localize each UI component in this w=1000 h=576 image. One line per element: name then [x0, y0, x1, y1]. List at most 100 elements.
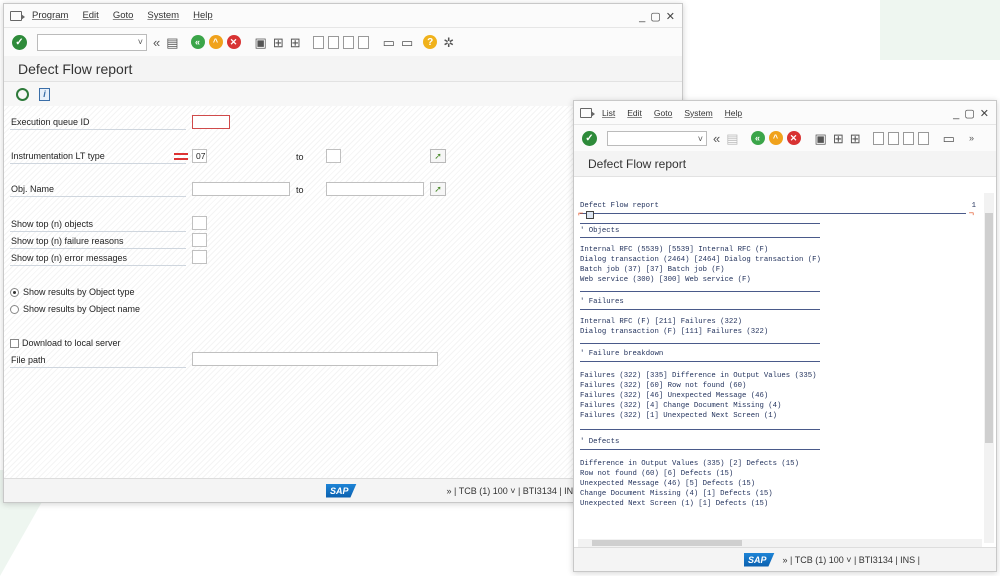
instr-row: Instrumentation LT type	[10, 148, 186, 164]
cursor[interactable]	[586, 211, 594, 219]
window-controls[interactable]: _ ▢ ✕	[639, 10, 676, 23]
menu-help[interactable]: Help	[725, 108, 742, 118]
multiple-selection-button[interactable]: ➚	[430, 149, 446, 163]
help-button[interactable]: ?	[423, 35, 438, 49]
chevron-down-icon[interactable]: ˅	[698, 134, 703, 144]
instr-from-input[interactable]: 07	[192, 149, 207, 163]
exit-button[interactable]: ^	[768, 131, 783, 145]
more-icon[interactable]: »	[969, 133, 974, 143]
system-info[interactable]: » | TCB (1) 100 ˅ | BTI3134 | INS |	[783, 555, 921, 565]
next-page-icon[interactable]	[902, 131, 914, 145]
cancel-button[interactable]: ✕	[786, 131, 801, 145]
new-session-icon[interactable]: ▭	[943, 132, 955, 145]
back-arrows-icon[interactable]: «	[713, 132, 720, 145]
page-title: Defect Flow report	[574, 151, 996, 177]
find-next-icon[interactable]: ⊞	[850, 132, 861, 145]
execute-icon[interactable]	[16, 87, 29, 101]
top-failure-input[interactable]	[192, 233, 207, 247]
menu-help[interactable]: Help	[193, 10, 213, 21]
back-arrows-icon[interactable]: «	[153, 36, 160, 49]
top-objects-input[interactable]	[192, 216, 207, 230]
find-next-icon[interactable]: ⊞	[290, 36, 301, 49]
radio-object-name[interactable]	[10, 304, 19, 314]
previous-page-icon[interactable]	[327, 35, 339, 49]
menu-program[interactable]: Program	[32, 10, 68, 21]
save-icon[interactable]: ▤	[166, 36, 178, 49]
exit-button[interactable]: ^	[208, 35, 223, 49]
gear-icon[interactable]: ✲	[443, 36, 454, 49]
shortcut-icon[interactable]: ▭	[401, 36, 413, 49]
previous-page-icon[interactable]	[887, 131, 899, 145]
menu-bar: List Edit Goto System Help _ ▢ ✕	[574, 101, 996, 125]
menu-edit[interactable]: Edit	[627, 108, 642, 118]
scroll-thumb[interactable]	[985, 213, 993, 443]
print-icon[interactable]: ▣	[815, 132, 827, 145]
list-item: Failures (322) [4] Change Document Missi…	[580, 402, 782, 410]
menu-edit[interactable]: Edit	[82, 10, 98, 21]
last-page-icon[interactable]	[357, 35, 369, 49]
report-output-window: List Edit Goto System Help _ ▢ ✕ ✓ ˅ « ▤…	[573, 100, 997, 572]
section-objects: ' Objects	[580, 227, 620, 235]
divider	[580, 213, 966, 214]
command-field[interactable]: ˅	[37, 33, 147, 51]
multiple-selection-button[interactable]: ➚	[430, 182, 446, 196]
radio-name-label: Show results by Object name	[23, 304, 141, 314]
exit-icon[interactable]	[580, 107, 595, 118]
system-info[interactable]: » | TCB (1) 100 ˅ | BTI3134 | IN	[447, 486, 574, 496]
standard-toolbar: ✓ ˅ « ▤ « ^ ✕ ▣ ⊞ ⊞ ▭ ▭ ? ✲	[4, 28, 682, 56]
first-page-icon[interactable]	[872, 131, 884, 145]
divider	[580, 291, 820, 292]
standard-toolbar: ✓ ˅ « ▤ « ^ ✕ ▣ ⊞ ⊞ ▭ »	[574, 125, 996, 151]
menu-goto[interactable]: Goto	[113, 10, 134, 21]
radio-name-row[interactable]: Show results by Object name	[10, 301, 140, 317]
radio-type-label: Show results by Object type	[23, 287, 135, 297]
exec-queue-input[interactable]	[192, 115, 230, 129]
horizontal-scrollbar[interactable]	[578, 539, 982, 547]
radio-type-row[interactable]: Show results by Object type	[10, 284, 135, 300]
menu-system[interactable]: System	[684, 108, 712, 118]
top-error-input[interactable]	[192, 250, 207, 264]
back-button[interactable]: «	[750, 131, 765, 145]
objname-to-input[interactable]	[326, 182, 424, 196]
menu-list[interactable]: List	[602, 108, 615, 118]
download-checkbox[interactable]	[10, 338, 19, 348]
enter-button[interactable]: ✓	[582, 130, 597, 146]
exit-icon[interactable]	[10, 10, 25, 21]
info-icon[interactable]: i	[39, 87, 50, 101]
find-icon[interactable]: ⊞	[833, 132, 844, 145]
select-option-icon[interactable]	[174, 153, 188, 160]
last-page-icon[interactable]	[917, 131, 929, 145]
back-button[interactable]: «	[190, 35, 205, 49]
radio-object-type[interactable]	[10, 287, 19, 297]
background-decoration	[880, 0, 1000, 60]
first-page-icon[interactable]	[312, 35, 324, 49]
list-item: Internal RFC (F) [211] Failures (322)	[580, 318, 743, 326]
next-page-icon[interactable]	[342, 35, 354, 49]
objname-label: Obj. Name	[10, 181, 186, 197]
divider	[580, 343, 820, 344]
scroll-thumb[interactable]	[592, 540, 742, 546]
section-breakdown: ' Failure breakdown	[580, 350, 664, 358]
divider	[580, 361, 820, 362]
filepath-input[interactable]	[192, 352, 438, 366]
enter-button[interactable]: ✓	[12, 34, 27, 50]
cancel-button[interactable]: ✕	[226, 35, 241, 49]
chevron-down-icon[interactable]: ˅	[138, 37, 143, 47]
window-controls[interactable]: _ ▢ ✕	[953, 107, 990, 120]
menu-goto[interactable]: Goto	[654, 108, 672, 118]
status-bar: SAP » | TCB (1) 100 ˅ | BTI3134 | INS |	[574, 547, 996, 571]
vertical-scrollbar[interactable]	[984, 193, 994, 543]
menu-system[interactable]: System	[147, 10, 179, 21]
menu-bar: Program Edit Goto System Help _ ▢ ✕	[4, 4, 682, 28]
find-icon[interactable]: ⊞	[273, 36, 284, 49]
divider	[580, 223, 820, 224]
objname-from-input[interactable]	[192, 182, 290, 196]
list-item: Dialog transaction (2464) [2464] Dialog …	[580, 256, 821, 264]
objname-row: Obj. Name	[10, 181, 186, 197]
download-label: Download to local server	[22, 338, 121, 348]
new-session-icon[interactable]: ▭	[383, 36, 395, 49]
print-icon[interactable]: ▣	[255, 36, 267, 49]
download-row[interactable]: Download to local server	[10, 335, 121, 351]
instr-to-input[interactable]	[326, 149, 341, 163]
command-field[interactable]: ˅	[607, 130, 707, 146]
